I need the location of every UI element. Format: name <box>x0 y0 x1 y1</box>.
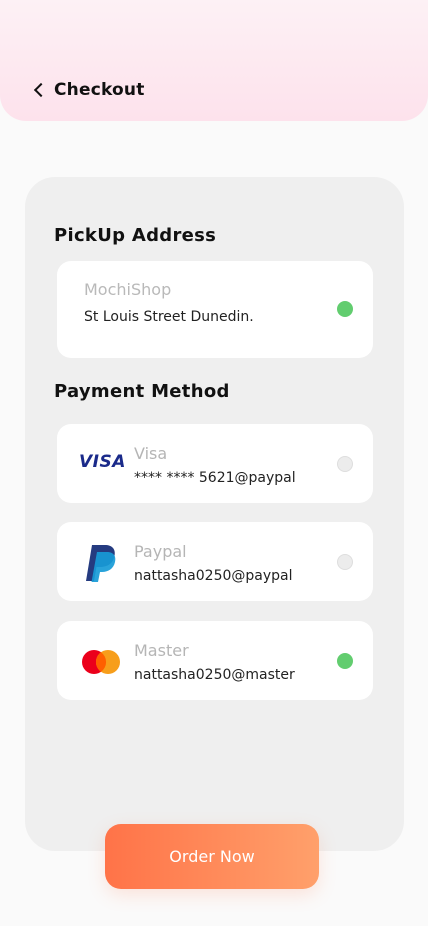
pickup-section-title: PickUp Address <box>54 225 217 246</box>
payment-option-master[interactable]: Master nattasha0250@master <box>57 621 373 700</box>
payment-option-paypal[interactable]: Paypal nattasha0250@paypal <box>57 522 373 601</box>
shop-name: MochiShop <box>84 280 172 299</box>
payment-name: Paypal <box>134 542 187 561</box>
payment-section-title: Payment Method <box>54 381 230 402</box>
order-now-button[interactable]: Order Now <box>105 824 319 889</box>
visa-logo-text: VISA <box>79 452 126 472</box>
payment-name: Visa <box>134 444 168 463</box>
payment-account: nattasha0250@master <box>134 667 295 683</box>
payment-radio[interactable] <box>337 653 353 669</box>
page-title: Checkout <box>54 80 145 100</box>
checkout-panel: PickUp Address MochiShop St Louis Street… <box>25 177 404 851</box>
shop-address: St Louis Street Dunedin. <box>84 309 254 325</box>
visa-logo-icon: VISA <box>79 452 126 472</box>
chevron-left-icon[interactable] <box>33 82 49 98</box>
payment-radio[interactable] <box>337 554 353 570</box>
payment-option-visa[interactable]: VISA Visa **** **** 5621@paypal <box>57 424 373 503</box>
mastercard-logo-icon <box>81 649 121 679</box>
pickup-address-card[interactable]: MochiShop St Louis Street Dunedin. <box>57 261 373 358</box>
back-button[interactable]: Checkout <box>32 78 145 102</box>
checkout-screen: Checkout PickUp Address MochiShop St Lou… <box>0 0 428 926</box>
payment-radio[interactable] <box>337 456 353 472</box>
payment-name: Master <box>134 641 189 660</box>
pickup-selected-indicator[interactable] <box>337 301 353 317</box>
header: Checkout <box>0 0 428 121</box>
paypal-logo-icon <box>83 543 119 587</box>
payment-account: **** **** 5621@paypal <box>134 470 296 486</box>
payment-account: nattasha0250@paypal <box>134 568 293 584</box>
